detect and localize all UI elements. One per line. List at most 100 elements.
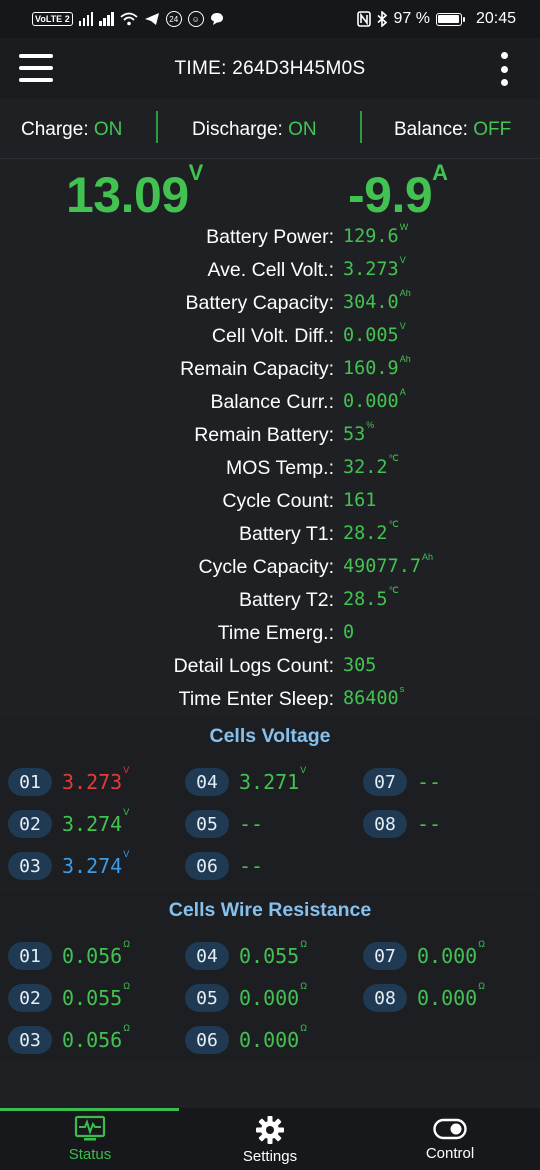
cell-voltage-value: 3.273V [62, 765, 130, 794]
info-value: 161 [343, 490, 377, 511]
charge-state: ON [93, 119, 123, 140]
info-row-remain-battery: Remain Battery: 53% [0, 420, 540, 453]
system-status-bar: VoLTE 2 24 ☺ 97 % 20:45 [0, 0, 540, 38]
cells-resistance-title: Cells Wire Resistance [168, 899, 372, 921]
battery-info-list: Battery Power: 129.6W Ave. Cell Volt.: 3.2… [0, 222, 540, 717]
cell-number-badge: 02 [8, 984, 52, 1012]
app-notification-icon: ☺ [187, 11, 204, 27]
total-current-unit: A [432, 160, 448, 185]
cell-voltage-value: -- [417, 812, 442, 836]
app-bar: TIME: 264D3H45M0S [0, 38, 540, 99]
runtime-title: TIME: 264D3H45M0S [174, 57, 366, 79]
balance-status: Balance: OFF [394, 119, 511, 141]
status-right-group: 97 % 20:45 [357, 10, 516, 28]
cell-voltage-02: 02 3.274V [8, 807, 129, 840]
cell-voltage-value: -- [239, 812, 264, 836]
more-options-icon[interactable] [498, 52, 510, 86]
cell-resistance-07: 07 0.000Ω [363, 939, 485, 972]
cell-number-badge: 01 [8, 942, 52, 970]
cells-voltage-title: Cells Voltage [209, 725, 331, 747]
cell-voltage-06: 06 -- [185, 850, 264, 882]
nav-tab-status[interactable]: Status [0, 1108, 180, 1170]
info-value: 3.273V [343, 255, 406, 280]
info-value: 28.2℃ [343, 519, 399, 544]
info-value: 304.0Ah [343, 288, 411, 313]
cell-number-badge: 08 [363, 984, 407, 1012]
cell-resistance-05: 05 0.000Ω [185, 981, 307, 1014]
total-voltage-value: 13.09 [66, 167, 189, 223]
cell-voltage-08: 08 -- [363, 808, 442, 840]
nav-tab-control[interactable]: Control [360, 1108, 540, 1170]
telegram-icon [144, 13, 159, 25]
cell-number-badge: 05 [185, 810, 229, 838]
info-label: Battery Capacity: [185, 292, 334, 314]
cell-number-badge: 04 [185, 768, 229, 796]
info-value: 28.5℃ [343, 585, 399, 610]
info-label: Cycle Count: [222, 490, 334, 512]
notification-badge-text: 24 [169, 14, 179, 24]
cell-resistance-value: 0.055Ω [239, 939, 307, 968]
nav-label-control: Control [425, 1145, 475, 1162]
info-label: Remain Capacity: [180, 358, 334, 380]
info-value: 0 [343, 622, 355, 643]
nav-label-status: Status [68, 1146, 112, 1163]
cell-number-badge: 05 [185, 984, 229, 1012]
info-row-battery-t1: Battery T1: 28.2℃ [0, 519, 540, 552]
cell-resistance-08: 08 0.000Ω [363, 981, 485, 1014]
battery-percent: 97 % [393, 10, 430, 27]
bottom-navigation: Status Settings Control [0, 1108, 540, 1170]
info-label: Cell Volt. Diff.: [211, 325, 334, 347]
gear-icon [256, 1116, 284, 1144]
nav-tab-settings[interactable]: Settings [180, 1108, 360, 1170]
info-value: 0.000A [343, 387, 406, 412]
total-voltage: 13.09V [66, 160, 203, 224]
clock: 20:45 [475, 10, 516, 27]
cell-resistance-02: 02 0.055Ω [8, 981, 130, 1014]
discharge-state: ON [288, 119, 317, 140]
info-value: 160.9Ah [343, 354, 411, 379]
divider [156, 111, 158, 143]
info-label: MOS Temp.: [225, 457, 334, 479]
cell-resistance-value: 0.000Ω [417, 939, 485, 968]
status-left-group: VoLTE 2 24 ☺ [32, 11, 224, 27]
cell-number-badge: 04 [185, 942, 229, 970]
info-row-cycle-count: Cycle Count: 161 [0, 486, 540, 519]
cell-resistance-value: 0.000Ω [239, 1023, 307, 1052]
info-label: Cycle Capacity: [198, 556, 334, 578]
cell-number-badge: 06 [185, 1026, 229, 1054]
info-value: 86400s [343, 684, 405, 709]
cell-voltage-01: 01 3.273V [8, 765, 130, 798]
wifi-icon [120, 12, 138, 26]
total-current: -9.9A [348, 160, 448, 224]
info-label: Balance Curr.: [210, 391, 334, 413]
info-row-cycle-capacity: Cycle Capacity: 49077.7Ah [0, 552, 540, 585]
info-row-cell-volt-diff: Cell Volt. Diff.: 0.005V [0, 321, 540, 354]
info-label: Battery T2: [238, 589, 334, 611]
cell-number-badge: 07 [363, 768, 407, 796]
info-label: Ave. Cell Volt.: [207, 259, 334, 281]
cell-number-badge: 03 [8, 852, 52, 880]
cell-number-badge: 03 [8, 1026, 52, 1054]
cell-voltage-value: 3.274V [62, 849, 130, 878]
info-row-battery-t2: Battery T2: 28.5℃ [0, 585, 540, 618]
bluetooth-icon [377, 11, 388, 27]
notification-badge-icon: 24 [165, 11, 182, 27]
cell-voltage-value: -- [239, 854, 264, 878]
cell-resistance-04: 04 0.055Ω [185, 939, 307, 972]
toggle-switch-icon [433, 1118, 467, 1140]
info-label: Time Emerg.: [217, 622, 334, 644]
monitor-pulse-icon [74, 1115, 106, 1141]
cells-voltage-section: Cells Voltage 01 3.273V 02 3.274V 03 3.274V… [0, 718, 540, 888]
cell-resistance-value: 0.055Ω [62, 981, 130, 1010]
total-voltage-unit: V [188, 160, 204, 185]
info-row-remain-capacity: Remain Capacity: 160.9Ah [0, 354, 540, 387]
balance-label: Balance: [394, 119, 468, 140]
info-row-ave-cell-volt: Ave. Cell Volt.: 3.273V [0, 255, 540, 288]
cell-resistance-01: 01 0.056Ω [8, 939, 130, 972]
chat-bubble-icon [210, 13, 223, 25]
cell-number-badge: 06 [185, 852, 229, 880]
info-value: 49077.7Ah [343, 552, 433, 577]
switch-status-row: Charge: ON Discharge: ON Balance: OFF [0, 99, 540, 159]
info-row-balance-curr: Balance Curr.: 0.000A [0, 387, 540, 420]
cell-resistance-03: 03 0.056Ω [8, 1023, 130, 1056]
